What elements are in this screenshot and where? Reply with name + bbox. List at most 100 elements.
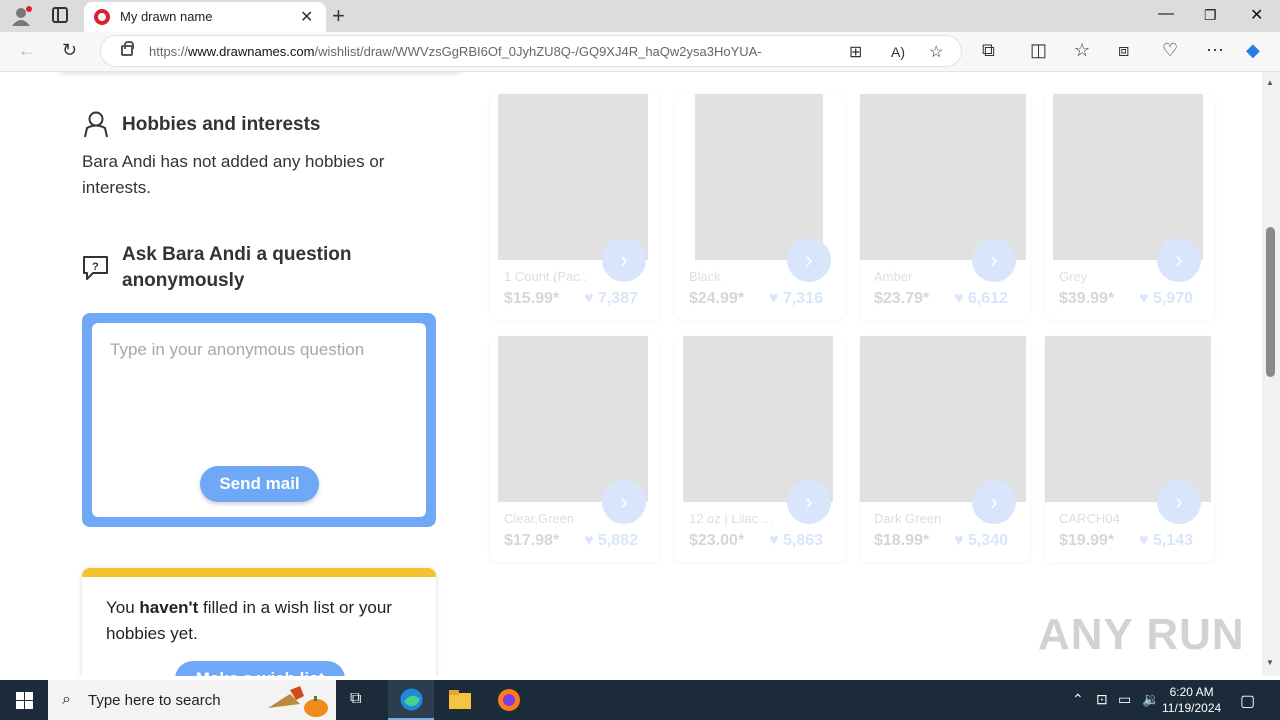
product-image bbox=[683, 336, 833, 502]
product-arrow-button[interactable]: › bbox=[1157, 480, 1201, 524]
product-price: $23.79* bbox=[874, 290, 930, 307]
tab-actions-icon[interactable] bbox=[52, 7, 68, 23]
taskbar-search-placeholder: Type here to search bbox=[88, 692, 221, 709]
new-tab-button[interactable]: + bbox=[332, 3, 345, 29]
taskbar-edge-button[interactable] bbox=[388, 680, 434, 720]
autumn-leaves-icon bbox=[268, 686, 328, 717]
product-arrow-button[interactable]: › bbox=[1157, 238, 1201, 282]
product-price: $19.99* bbox=[1059, 532, 1115, 549]
scroll-thumb[interactable] bbox=[1266, 227, 1275, 377]
profile-icon[interactable] bbox=[10, 6, 32, 26]
navigation-bar: ← ↻ https://www.drawnames.com/wishlist/d… bbox=[0, 32, 1280, 72]
product-likes: ♥ 5,882 bbox=[584, 532, 638, 549]
product-arrow-button[interactable]: › bbox=[602, 480, 646, 524]
taskbar-clock[interactable]: 6:20 AM 11/19/2024 bbox=[1162, 684, 1221, 716]
product-arrow-button[interactable]: › bbox=[972, 238, 1016, 282]
product-image bbox=[498, 336, 648, 502]
product-card[interactable]: › CARCH04 $19.99* ♥ 5,143 bbox=[1045, 336, 1215, 562]
file-explorer-icon[interactable] bbox=[448, 689, 472, 711]
product-price: $17.98* bbox=[504, 532, 560, 549]
taskbar: ⌕ Type here to search ⧉ ⌃ ⊡ ▭ 🔉 6:20 AM … bbox=[0, 680, 1280, 720]
lock-icon[interactable] bbox=[121, 41, 134, 56]
product-card[interactable]: › 1 Count (Pac... $15.99* ♥ 7,387 bbox=[490, 94, 660, 320]
wishlist-notice-card: You haven't filled in a wish list or you… bbox=[82, 568, 436, 676]
product-card[interactable]: › Dark Green $18.99* ♥ 5,340 bbox=[860, 336, 1030, 562]
product-price: $18.99* bbox=[874, 532, 930, 549]
firefox-icon[interactable] bbox=[497, 688, 521, 712]
product-name: 12 oz | Lilac ... bbox=[689, 511, 773, 526]
collections-icon[interactable]: ⧈ bbox=[1118, 40, 1129, 61]
product-card[interactable]: › Black $24.99* ♥ 7,316 bbox=[675, 94, 845, 320]
more-menu-icon[interactable]: ⋯ bbox=[1206, 40, 1224, 61]
product-likes: ♥ 5,340 bbox=[954, 532, 1008, 549]
question-form: Type in your anonymous question Send mai… bbox=[82, 313, 436, 527]
product-image bbox=[1045, 336, 1211, 502]
screen: { "browser":{ "tab_title":"My drawn name… bbox=[0, 0, 1280, 720]
copilot-icon[interactable]: ◆ bbox=[1246, 40, 1260, 61]
make-wish-list-button[interactable]: Make a wish list bbox=[175, 661, 345, 676]
product-name: Dark Green bbox=[874, 511, 942, 526]
person-icon bbox=[84, 111, 108, 138]
favorite-star-icon[interactable]: ☆ bbox=[929, 42, 943, 62]
scroll-up-arrow-icon[interactable]: ▲ bbox=[1266, 78, 1274, 87]
read-aloud-icon[interactable]: A) bbox=[891, 44, 905, 60]
product-likes: ♥ 5,970 bbox=[1139, 290, 1193, 307]
tray-chevron-icon[interactable]: ⌃ bbox=[1072, 691, 1084, 708]
clock-date: 11/19/2024 bbox=[1162, 701, 1222, 715]
anyrun-watermark: ANY RUN bbox=[1038, 610, 1245, 659]
product-image bbox=[498, 94, 648, 260]
question-textarea[interactable]: Type in your anonymous question Send mai… bbox=[92, 323, 426, 517]
product-arrow-button[interactable]: › bbox=[972, 480, 1016, 524]
question-bubble-icon: ? bbox=[83, 256, 108, 280]
product-card[interactable]: › 12 oz | Lilac ... $23.00* ♥ 5,863 bbox=[675, 336, 845, 562]
product-name: 1 Count (Pac... bbox=[504, 269, 588, 284]
product-card[interactable]: › Amber $23.79* ♥ 6,612 bbox=[860, 94, 1030, 320]
refresh-button[interactable]: ↻ bbox=[62, 40, 77, 61]
product-price: $39.99* bbox=[1059, 290, 1115, 307]
drawnames-favicon-icon bbox=[94, 9, 110, 25]
url-text[interactable]: https://www.drawnames.com/wishlist/draw/… bbox=[149, 44, 762, 59]
minimize-button[interactable]: — bbox=[1158, 5, 1174, 23]
send-mail-button[interactable]: Send mail bbox=[200, 466, 319, 502]
scroll-down-arrow-icon[interactable]: ▼ bbox=[1266, 658, 1274, 667]
product-card[interactable]: › Clear,Green $17.98* ♥ 5,882 bbox=[490, 336, 660, 562]
favorites-icon[interactable]: ☆ bbox=[1074, 40, 1090, 61]
extensions-icon[interactable]: ⧉ bbox=[982, 40, 995, 61]
windows-start-icon[interactable] bbox=[16, 692, 33, 709]
product-name: Clear,Green bbox=[504, 511, 575, 526]
back-button[interactable]: ← bbox=[18, 40, 36, 61]
task-view-icon[interactable]: ⧉ bbox=[350, 690, 361, 708]
product-likes: ♥ 7,387 bbox=[584, 290, 638, 307]
restore-button[interactable]: ❐ bbox=[1204, 7, 1217, 24]
product-name: Grey bbox=[1059, 269, 1088, 284]
volume-icon[interactable]: 🔉 bbox=[1142, 691, 1159, 708]
clock-time: 6:20 AM bbox=[1169, 685, 1214, 699]
address-bar[interactable]: https://www.drawnames.com/wishlist/draw/… bbox=[100, 35, 962, 67]
product-arrow-button[interactable]: › bbox=[787, 480, 831, 524]
product-image bbox=[695, 94, 823, 260]
tab-close-button[interactable]: ✕ bbox=[300, 7, 313, 27]
close-window-button[interactable]: ✕ bbox=[1250, 5, 1263, 25]
product-name: Amber bbox=[874, 269, 913, 284]
split-screen-icon[interactable]: ◫ bbox=[1030, 40, 1047, 61]
product-price: $23.00* bbox=[689, 532, 745, 549]
display-icon[interactable]: ▭ bbox=[1118, 691, 1131, 708]
svg-text:?: ? bbox=[92, 261, 99, 273]
product-likes: ♥ 6,612 bbox=[954, 290, 1008, 307]
page-scrollbar[interactable]: ▲ ▼ bbox=[1262, 72, 1280, 676]
product-price: $24.99* bbox=[689, 290, 745, 307]
product-card[interactable]: › Grey $39.99* ♥ 5,970 bbox=[1045, 94, 1215, 320]
tab-my-drawn-name[interactable]: My drawn name ✕ bbox=[84, 2, 326, 32]
notifications-icon[interactable]: ▢ bbox=[1240, 691, 1255, 711]
product-likes: ♥ 5,143 bbox=[1139, 532, 1193, 549]
product-arrow-button[interactable]: › bbox=[602, 238, 646, 282]
browser-essentials-icon[interactable]: ♡ bbox=[1162, 40, 1178, 61]
network-icon[interactable]: ⊡ bbox=[1096, 691, 1108, 708]
app-available-icon[interactable]: ⊞ bbox=[849, 42, 862, 62]
question-heading: Ask Bara Andi a question anonymously bbox=[122, 244, 352, 291]
taskbar-search-box[interactable]: ⌕ Type here to search bbox=[48, 680, 336, 720]
hobbies-text: Bara Andi has not added any hobbies or i… bbox=[82, 152, 385, 197]
question-placeholder: Type in your anonymous question bbox=[110, 340, 365, 359]
product-arrow-button[interactable]: › bbox=[787, 238, 831, 282]
product-image bbox=[1053, 94, 1203, 260]
